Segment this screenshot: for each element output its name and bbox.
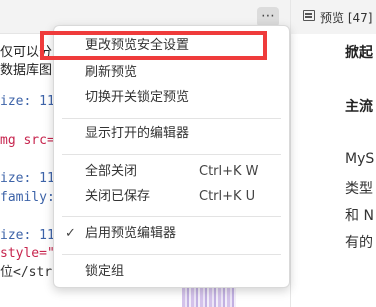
menu-item-toggle-lock-preview[interactable]: 切换开关锁定预览 — [54, 86, 289, 110]
menu-item-shortcut: Ctrl+K U — [199, 189, 256, 204]
preview-title[interactable]: 预览 [47] — [320, 9, 372, 26]
preview-heading-1: 掀起 — [345, 45, 373, 61]
highlight-annotation — [40, 31, 267, 60]
preview-header: 预览 [47] — [291, 0, 376, 34]
menu-item-label: 启用预览编辑器 — [85, 226, 177, 241]
checkmark-icon: ✓ — [65, 226, 76, 241]
menu-item-shortcut: Ctrl+K W — [199, 164, 259, 179]
menu-item-lock-group[interactable]: 锁定组 — [54, 260, 289, 284]
code-line-8: style=" — [0, 246, 55, 261]
preview-paragraph-line: MyS — [345, 151, 375, 167]
menu-item-close-all[interactable]: 全部关闭 Ctrl+K W — [54, 160, 289, 184]
menu-item-refresh-preview[interactable]: 刷新预览 — [54, 61, 289, 85]
menu-item-label: 锁定组 — [85, 264, 125, 279]
code-line-9: 位</str — [0, 265, 53, 280]
menu-separator — [62, 216, 281, 217]
code-line-2: 数据库图 — [0, 63, 53, 78]
code-line-7: ize: 11 — [0, 228, 55, 243]
menu-item-label: 切换开关锁定预览 — [85, 90, 190, 105]
menu-separator — [62, 154, 281, 155]
menu-item-label: 关闭已保存 — [85, 189, 151, 204]
menu-item-label: 全部关闭 — [85, 164, 138, 179]
preview-heading-2: 主流 — [345, 99, 373, 115]
menu-item-label: 显示打开的编辑器 — [85, 126, 190, 141]
menu-item-enable-preview-editors[interactable]: ✓ 启用预览编辑器 — [54, 222, 289, 246]
code-line-6: family: — [0, 190, 55, 205]
menu-item-label: 刷新预览 — [85, 65, 138, 80]
menu-separator — [62, 254, 281, 255]
more-actions-button[interactable]: ⋯ — [257, 7, 279, 27]
preview-paragraph-line: 有的 — [345, 235, 373, 251]
menu-item-show-open-editors[interactable]: 显示打开的编辑器 — [54, 122, 289, 146]
code-line-4: mg src= — [0, 133, 55, 148]
code-line-5: ize: 11 — [0, 171, 55, 186]
context-menu: 更改预览安全设置 刷新预览 切换开关锁定预览 显示打开的编辑器 全部关闭 Ctr… — [53, 25, 290, 288]
menu-separator — [62, 118, 281, 119]
preview-paragraph-line: 和 N — [345, 208, 374, 224]
preview-pane: 预览 [47] 掀起 主流 MyS 类型 和 N 有的 — [290, 0, 376, 307]
ellipsis-icon[interactable]: ⋯ — [261, 8, 275, 24]
preview-paragraph-line: 类型 — [345, 181, 373, 197]
menu-item-close-saved[interactable]: 关闭已保存 Ctrl+K U — [54, 185, 289, 209]
preview-icon — [303, 10, 315, 21]
